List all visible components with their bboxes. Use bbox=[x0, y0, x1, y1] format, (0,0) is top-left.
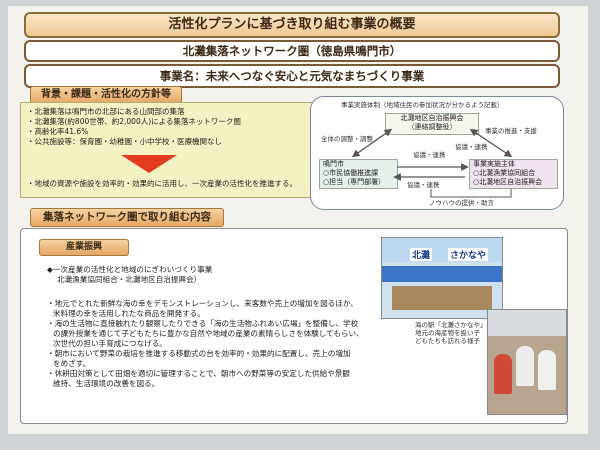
background-line: ・高齢化率41.6% bbox=[27, 127, 89, 136]
photo-roof bbox=[382, 266, 502, 282]
background-line: ・北灘集落は鳴門市の北部にある山間部の集落 bbox=[27, 107, 185, 116]
main-line: 維持、生活環境の改善を図る。 bbox=[53, 379, 160, 388]
label-overall: 全体の調整・調整 bbox=[321, 135, 373, 143]
main-line: 次世代の担い手育成につなげる。 bbox=[53, 339, 167, 348]
background-line: ・北灘集落(約800世帯、約2,000人)による集落ネットワーク圏 bbox=[27, 117, 241, 126]
main-line: の課外授業を通じて子どもたちに豊かな自然や地域の産業の素晴らしさを体験してもらい… bbox=[53, 329, 364, 338]
person-figure bbox=[516, 346, 534, 386]
implementation-diagram: 事業実施体制（地域住民の参加状況が分かるよう記載） 北灘地区自治振興会 （連絡調… bbox=[310, 96, 564, 210]
photo-sign-2: さかなや bbox=[448, 248, 489, 261]
photo-stall bbox=[392, 286, 492, 310]
main-line: をめざす。 bbox=[53, 359, 91, 368]
project-title: 事業名：未来へつなぐ安心と元気なまちづくり事業 bbox=[24, 64, 560, 88]
main-line: ◆一次産業の活性化と地域のにぎわいづくり事業 bbox=[47, 265, 213, 274]
background-line: ・公共施設等：保育園・幼稚園・小中学校・医療機関なし bbox=[27, 137, 222, 146]
label-coop: 協議・連携 bbox=[407, 181, 440, 189]
main-line: 米料理の幸を活用しれたな商品を開発する。 bbox=[53, 309, 205, 318]
person-figure bbox=[538, 350, 556, 390]
policy-line: ・地域の資源や施設を効率的・効果的に活用し、一次産業の活性化を推進する。 bbox=[27, 179, 297, 188]
area-title: 北灘集落ネットワーク圏（徳島県鳴門市） bbox=[24, 40, 560, 62]
background-box: ・北灘集落は鳴門市の北部にある山間部の集落 ・北灘集落(約800世帯、約2,00… bbox=[20, 102, 320, 198]
person-figure bbox=[494, 354, 512, 394]
slide: 活性化プランに基づき取り組む事業の概要 北灘集落ネットワーク圏（徳島県鳴門市） … bbox=[8, 6, 588, 434]
label-coop: 協議・連携 bbox=[455, 143, 488, 151]
down-arrow-icon bbox=[121, 155, 177, 173]
main-line: ・休耕田対策として田畑を適切に管理することで、朝市への野菜等の安定した供給や景観 bbox=[47, 369, 350, 378]
main-line: 北灘漁業協同組合・北灘地区自治振興会） bbox=[57, 275, 202, 284]
main-line: ・海の生活物に直接触れたり観察したりできる「海の生活物ふれあい広場」を整備し、学… bbox=[47, 319, 359, 328]
main-box: 産業振興 ◆一次産業の活性化と地域のにぎわいづくり事業 北灘漁業協同組合・北灘地… bbox=[20, 228, 568, 424]
main-tag: 集落ネットワーク圏で取り組む内容 bbox=[30, 208, 224, 227]
label-coop: 協議・連携 bbox=[413, 151, 446, 159]
industry-tag: 産業振興 bbox=[39, 239, 129, 256]
label-provide: ノウハウの提供・助言 bbox=[429, 199, 494, 207]
photo-caption: 海の駅「北灘さかなや」地元の海産物を扱い子どもたちも訪れる様子 bbox=[415, 321, 484, 345]
main-line: ・地元でとれた新鮮な海の幸をデモンストレーションし、来客数や売上の増加を図るほか… bbox=[47, 299, 358, 308]
people-photo bbox=[487, 309, 567, 415]
photo-sign: 北灘 bbox=[410, 248, 433, 261]
label-support: 事業の推進・支援 bbox=[485, 127, 537, 135]
page-title: 活性化プランに基づき取り組む事業の概要 bbox=[24, 12, 560, 38]
market-photo: 北灘 さかなや bbox=[381, 237, 503, 319]
main-line: ・朝市において野菜の栽培を推進する移動式の台を効率的・効果的に配置し、売上の増加 bbox=[47, 349, 351, 358]
